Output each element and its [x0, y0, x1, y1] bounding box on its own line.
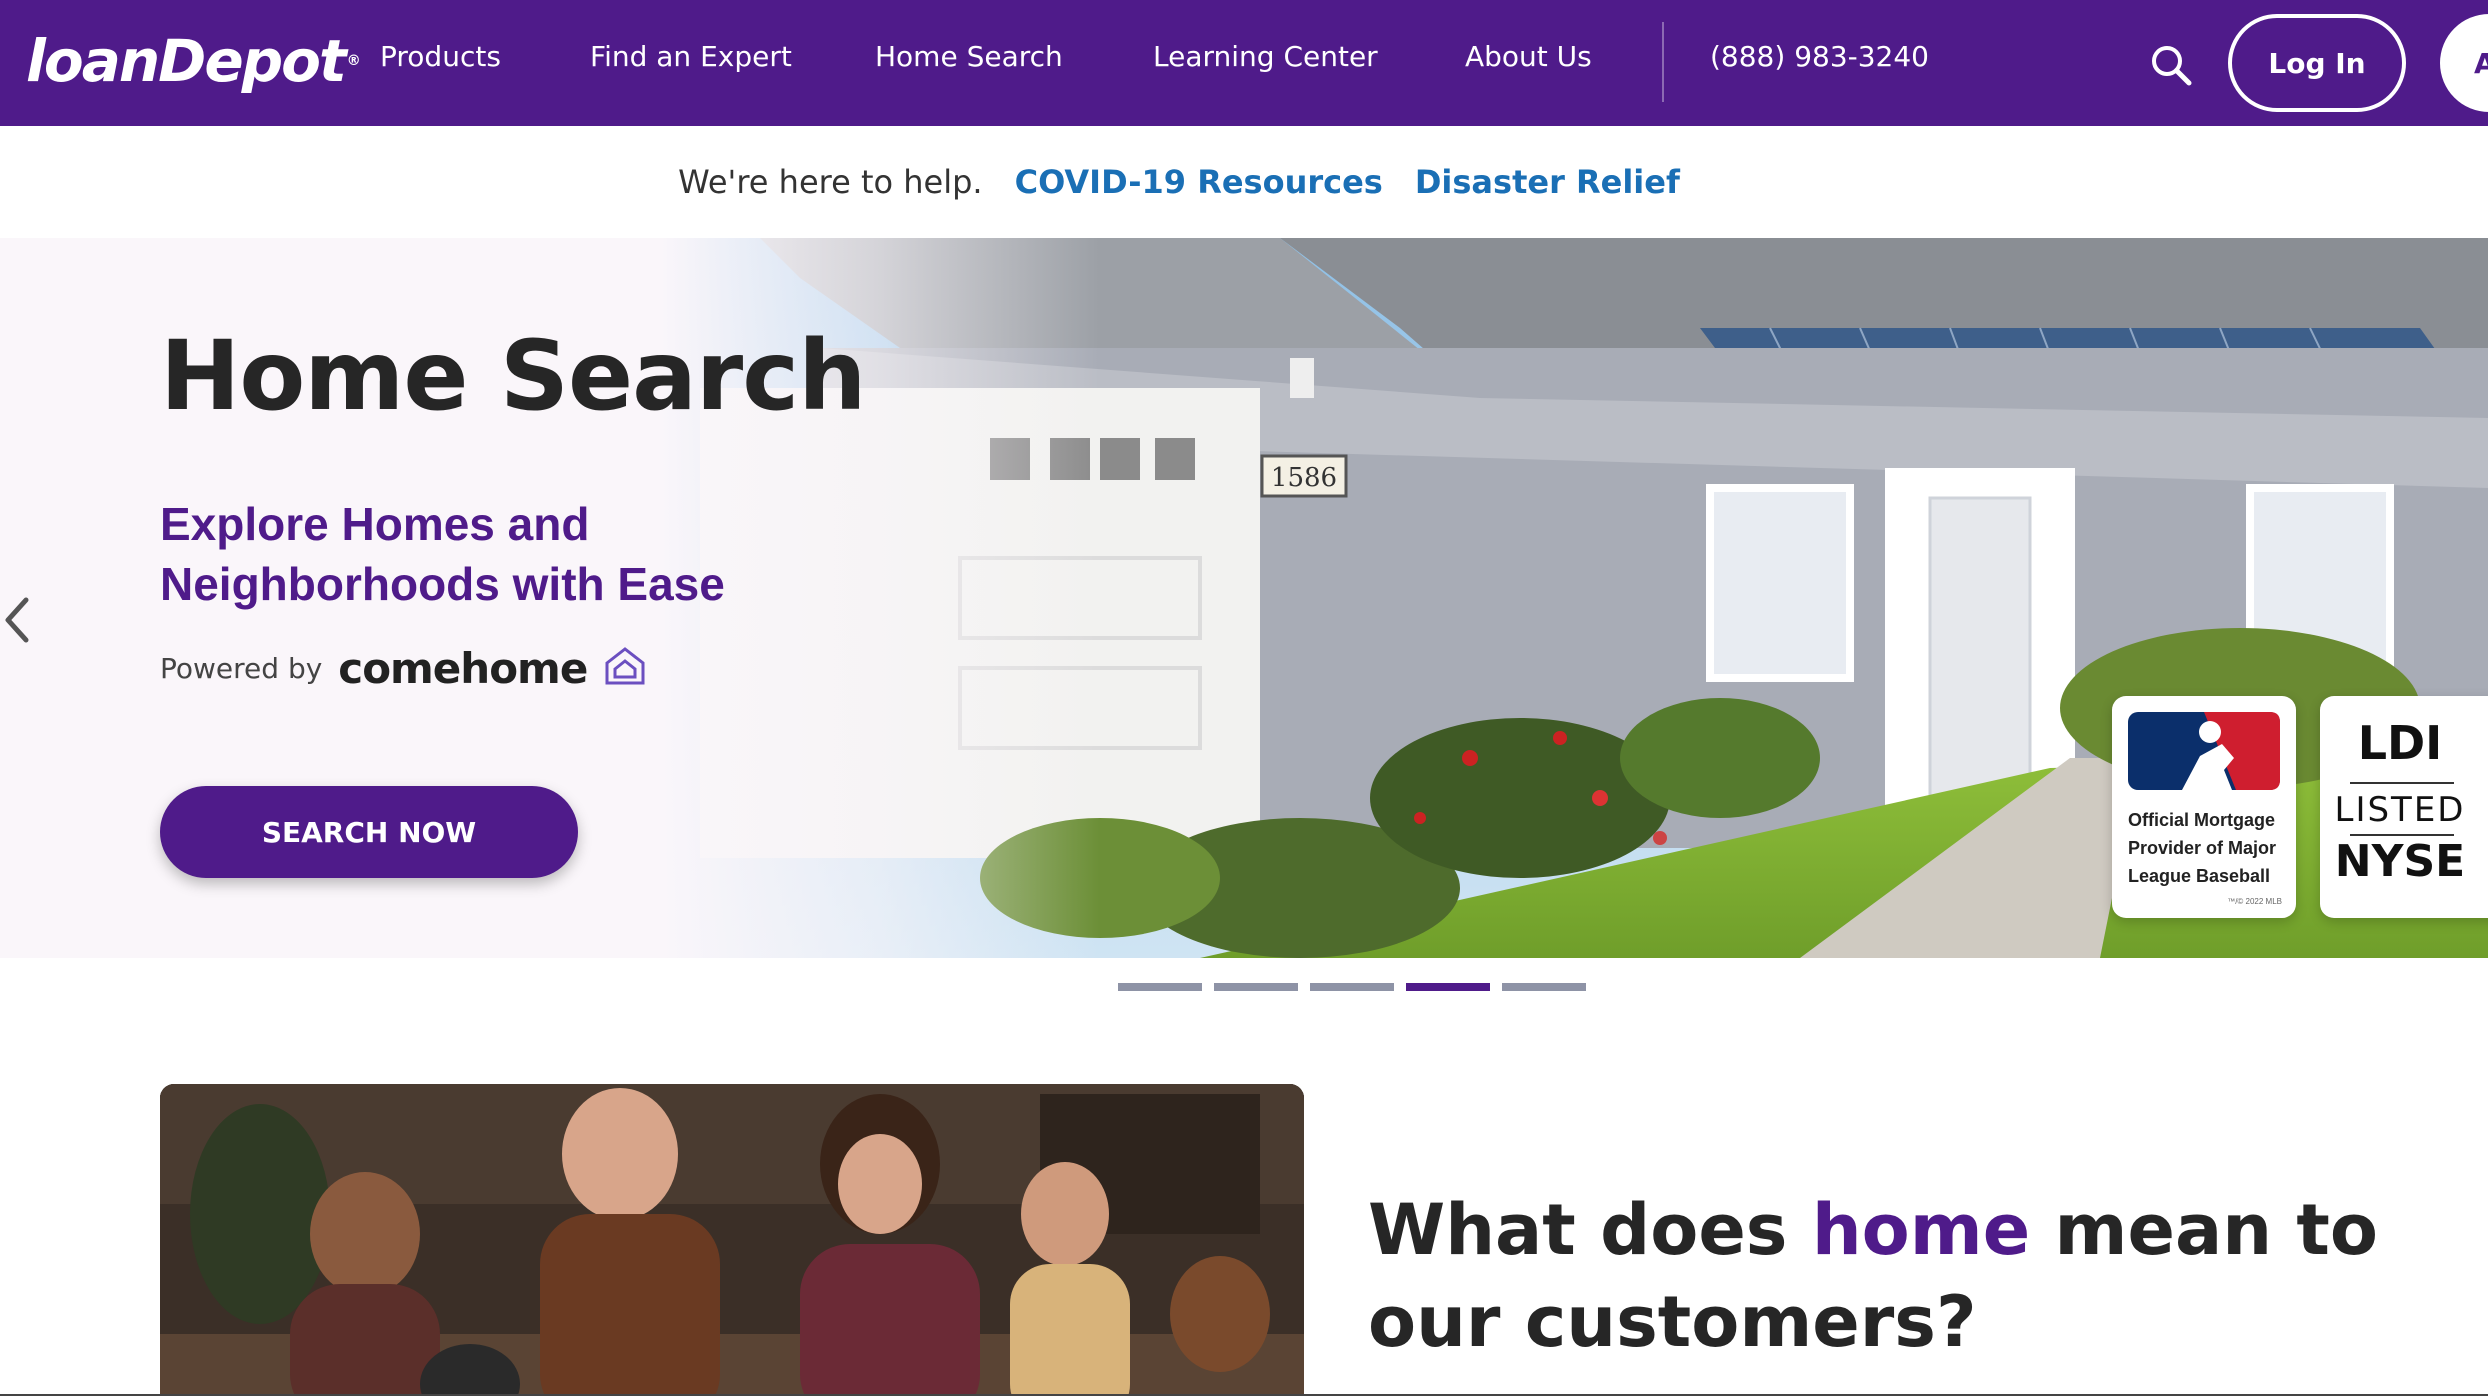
carousel-indicator-active[interactable]	[1406, 983, 1490, 991]
logo-text-loan: loan	[26, 27, 160, 95]
logo-text-depot: Depot	[158, 27, 347, 95]
hero-subtitle: Explore Homes and Neighborhoods with Eas…	[160, 498, 725, 610]
house-number: 1586	[1271, 463, 1337, 493]
heading-pre: What does	[1368, 1189, 1812, 1271]
nyse-ldi-badge: LDI LISTED NYSE	[2320, 696, 2488, 918]
search-now-button[interactable]: SEARCH NOW	[160, 786, 578, 878]
nav-about-us[interactable]: About Us	[1465, 40, 1592, 73]
family-photo	[160, 1084, 1304, 1396]
search-icon[interactable]	[2148, 42, 2194, 88]
ldi-exchange: NYSE	[2334, 836, 2466, 887]
heading-highlight-home: home	[1811, 1189, 2031, 1271]
carousel-indicators	[1118, 983, 1586, 991]
nav-learning-center[interactable]: Learning Center	[1153, 40, 1378, 73]
carousel-indicator[interactable]	[1310, 983, 1394, 991]
login-button[interactable]: Log In	[2228, 14, 2406, 112]
nav-divider	[1662, 22, 1664, 102]
ldi-ticker: LDI	[2357, 716, 2443, 770]
powered-by-label: Powered by	[160, 652, 323, 685]
help-text: We're here to help.	[678, 163, 983, 201]
ldi-listed: LISTED	[2334, 790, 2466, 830]
nav-home-search[interactable]: Home Search	[875, 40, 1063, 73]
mlb-badge-trademark: ™/© 2022 MLB	[2227, 897, 2282, 906]
comehome-logo-text: comehome	[338, 644, 588, 693]
carousel-indicator[interactable]	[1502, 983, 1586, 991]
loandepot-logo[interactable]: loan Depot ®	[26, 26, 361, 96]
what-does-home-mean-heading: What does home mean to our customers?	[1368, 1184, 2488, 1368]
ldi-divider	[2350, 782, 2454, 784]
covid-resources-link[interactable]: COVID-19 Resources	[1015, 163, 1383, 201]
mlb-badge-text: Official Mortgage Provider of Major Leag…	[2128, 810, 2277, 886]
powered-by: Powered by comehome	[160, 644, 647, 693]
mlb-badge: Official Mortgage Provider of Major Leag…	[2112, 696, 2296, 918]
disaster-relief-link[interactable]: Disaster Relief	[1415, 163, 1680, 201]
hero-carousel: 1586 Home Search Explore Homes and Neigh…	[0, 238, 2488, 958]
top-nav: loan Depot ® Products Find an Expert Home …	[0, 0, 2488, 126]
nav-find-an-expert[interactable]: Find an Expert	[590, 40, 792, 73]
carousel-indicator[interactable]	[1214, 983, 1298, 991]
help-bar: We're here to help. COVID-19 Resources D…	[0, 126, 2488, 238]
comehome-house-icon	[603, 645, 647, 692]
carousel-prev-chevron-icon[interactable]	[0, 590, 32, 650]
logo-registered-mark: ®	[346, 53, 361, 69]
hero-title: Home Search	[160, 320, 866, 432]
customer-family-video[interactable]	[160, 1084, 1304, 1396]
nav-products[interactable]: Products	[380, 40, 501, 73]
apply-button[interactable]: A	[2440, 14, 2488, 112]
carousel-indicator[interactable]	[1118, 983, 1202, 991]
mlb-logo-icon	[2128, 712, 2280, 790]
phone-number-link[interactable]: (888) 983-3240	[1710, 40, 1929, 73]
